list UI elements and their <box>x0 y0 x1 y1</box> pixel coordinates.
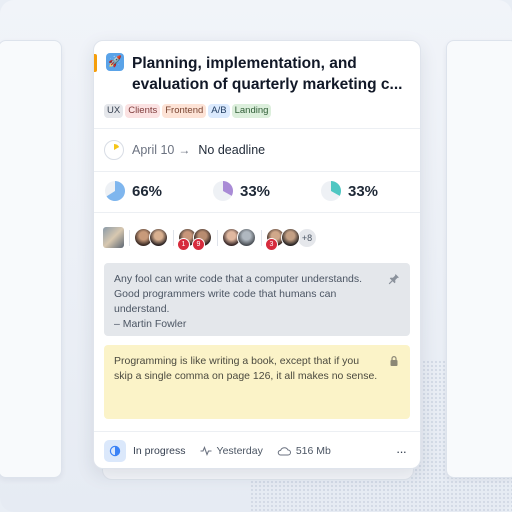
in-progress-icon[interactable] <box>104 440 126 462</box>
priority-accent <box>94 54 97 72</box>
progress-value: 33% <box>348 182 379 200</box>
note-text-line: Programming is like writing a book, exce… <box>114 355 360 367</box>
last-activity: Yesterday <box>200 445 263 457</box>
divider <box>94 212 420 213</box>
divider <box>94 171 420 172</box>
note-quote-locked[interactable]: Programming is like writing a book, exce… <box>104 345 410 419</box>
divider <box>94 128 420 129</box>
divider <box>94 431 420 432</box>
card-footer: In progress Yesterday 516 Mb ··· <box>104 439 410 463</box>
notification-badge: 9 <box>192 238 205 251</box>
avatar[interactable] <box>149 228 168 247</box>
pie-progress-icon <box>105 181 125 201</box>
adjacent-card-left[interactable] <box>0 40 62 478</box>
card-title[interactable]: Planning, implementation, and evaluation… <box>132 53 410 95</box>
group-divider <box>129 229 130 246</box>
group-divider <box>217 229 218 246</box>
notification-badge: 3 <box>265 238 278 251</box>
activity-icon <box>200 446 212 456</box>
avatar[interactable] <box>281 228 300 247</box>
deadline: No deadline <box>198 143 266 157</box>
tag-ux[interactable]: UX <box>104 104 124 118</box>
note-text-line: Good programmers write code that humans … <box>114 288 337 300</box>
progress-item[interactable]: 33% <box>320 180 420 202</box>
progress-value: 33% <box>240 182 271 200</box>
progress-item[interactable]: 33% <box>212 180 320 202</box>
tag-landing[interactable]: Landing <box>231 104 272 118</box>
rocket-icon: 🚀 <box>106 53 124 71</box>
tag-frontend[interactable]: Frontend <box>162 104 207 118</box>
avatar[interactable]: 9 <box>192 228 212 251</box>
more-assignees-badge[interactable]: +8 <box>297 227 317 248</box>
tag-clients[interactable]: Clients <box>125 104 161 118</box>
date-range[interactable]: April 10 → No deadline <box>104 139 265 161</box>
progress-row: 66% 33% 33% <box>104 180 420 202</box>
tag-ab[interactable]: A/B <box>208 104 230 118</box>
activity-label: Yesterday <box>216 445 263 457</box>
task-card[interactable]: 🚀 Planning, implementation, and evaluati… <box>93 40 421 469</box>
avatar[interactable] <box>103 227 124 248</box>
avatar[interactable] <box>237 228 256 247</box>
size-label: 516 Mb <box>295 445 331 457</box>
pie-progress-icon <box>321 181 341 201</box>
status-label[interactable]: In progress <box>133 445 186 457</box>
more-options-icon[interactable]: ··· <box>396 444 407 459</box>
notification-badge: 1 <box>177 238 190 251</box>
arrow-right-icon: → <box>178 143 191 157</box>
lock-icon[interactable] <box>388 355 400 367</box>
adjacent-card-right[interactable] <box>446 40 512 478</box>
tag-list: UX Clients Frontend A/B Landing <box>104 104 272 118</box>
progress-value: 66% <box>132 182 163 200</box>
pie-progress-icon <box>213 181 233 201</box>
note-text-line: skip a single comma on page 126, it all … <box>114 370 378 382</box>
note-text-line: understand. <box>114 303 170 315</box>
group-divider <box>173 229 174 246</box>
pin-icon[interactable] <box>388 273 400 285</box>
group-divider <box>261 229 262 246</box>
note-quote-pinned[interactable]: Any fool can write code that a computer … <box>104 263 410 336</box>
note-text-line: Any fool can write code that a computer … <box>114 273 363 285</box>
assignee-groups: 1 9 3 +8 <box>103 227 317 251</box>
progress-item[interactable]: 66% <box>104 180 212 202</box>
note-author: – Martin Fowler <box>114 318 187 330</box>
clock-icon <box>104 140 124 160</box>
cloud-icon <box>277 447 291 456</box>
storage-size: 516 Mb <box>277 445 331 457</box>
start-date: April 10 <box>132 143 175 157</box>
